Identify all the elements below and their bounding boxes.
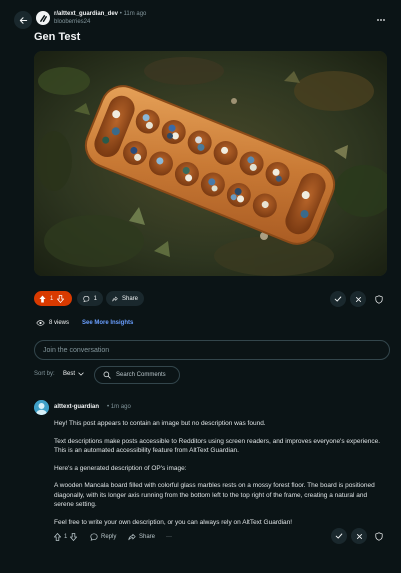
- more-options-button[interactable]: [375, 14, 387, 26]
- close-icon: [355, 296, 361, 302]
- search-comments-label: Search Comments: [116, 372, 166, 378]
- mancala-board-photo: [34, 51, 387, 276]
- reply-button[interactable]: Reply: [90, 530, 116, 543]
- share-icon: [128, 533, 136, 540]
- comment-remove-button[interactable]: [351, 528, 367, 544]
- post-image[interactable]: [34, 51, 387, 276]
- comment-paragraph: Hey! This post appears to contain an ima…: [54, 420, 266, 427]
- comment-icon: [83, 295, 90, 302]
- search-icon: [103, 371, 111, 379]
- commenter-username[interactable]: alttext-guardian: [54, 404, 99, 410]
- comments-button[interactable]: 1: [77, 291, 103, 306]
- arrow-left-icon: [19, 16, 27, 24]
- sort-label: Sort by:: [34, 371, 55, 377]
- share-label: Share: [121, 295, 138, 302]
- remove-button[interactable]: [350, 291, 366, 307]
- ellipsis-icon: [377, 19, 385, 21]
- chevron-down-icon: [78, 372, 84, 376]
- comment-icon: [90, 532, 98, 541]
- mod-shield-button[interactable]: [371, 291, 387, 307]
- comment-sort-bar: Sort by: Best Search Comments: [34, 366, 390, 384]
- comment-paragraph: Feel free to write your own description,…: [54, 518, 293, 526]
- comment-approve-button[interactable]: [331, 528, 347, 544]
- comment-vote-count: 1: [64, 533, 68, 540]
- downvote-icon[interactable]: [70, 532, 78, 541]
- comment-mod-actions: [331, 528, 387, 544]
- subreddit-logo-icon: [39, 14, 47, 22]
- check-icon: [334, 296, 342, 302]
- post-action-bar: 1 1 Share: [34, 291, 387, 307]
- post-time: • 11m ago: [119, 11, 147, 17]
- share-button[interactable]: Share: [106, 291, 144, 306]
- comment-paragraph: Here's a generated description of OP's i…: [54, 464, 187, 472]
- approve-button[interactable]: [330, 291, 346, 307]
- back-button[interactable]: [14, 11, 32, 29]
- comment-count: 1: [93, 295, 97, 302]
- vote-control: 1: [34, 291, 72, 306]
- post-title: Gen Test: [34, 31, 81, 43]
- commenter-avatar[interactable]: [34, 400, 49, 415]
- comment-header: alttext-guardian • 1m ago: [34, 400, 384, 415]
- comment-vote-control: 1: [54, 530, 78, 543]
- comment-share-label: Share: [139, 533, 156, 540]
- sort-dropdown[interactable]: Best: [63, 371, 84, 377]
- comment-body: Hey! This post appears to contain an ima…: [54, 419, 384, 535]
- shield-icon: [375, 294, 383, 304]
- comment-paragraph: A wooden Mancala board filled with color…: [54, 482, 375, 508]
- join-conversation-input[interactable]: Join the conversation: [34, 340, 390, 360]
- share-icon: [112, 296, 118, 301]
- see-more-insights-link[interactable]: See More Insights: [82, 320, 133, 326]
- shield-icon: [375, 531, 383, 541]
- eye-icon: [36, 320, 45, 326]
- close-icon: [356, 533, 362, 539]
- sort-value: Best: [63, 371, 76, 377]
- join-placeholder: Join the conversation: [43, 346, 110, 354]
- search-comments-button[interactable]: Search Comments: [94, 366, 180, 384]
- subreddit-line: r/alttext_guardian_dev • 11m ago: [54, 10, 146, 18]
- comment-shield-button[interactable]: [371, 528, 387, 544]
- avatar-icon: [34, 400, 49, 415]
- subreddit-avatar[interactable]: [36, 11, 50, 25]
- check-icon: [335, 533, 343, 539]
- comment-time: • 1m ago: [107, 404, 131, 410]
- upvote-icon[interactable]: [39, 295, 46, 303]
- upvote-icon[interactable]: [54, 532, 61, 541]
- post-author[interactable]: blooberries24: [54, 18, 90, 26]
- downvote-icon[interactable]: [57, 294, 65, 303]
- reply-label: Reply: [101, 533, 117, 540]
- post-header: r/alttext_guardian_dev • 11m ago bloober…: [0, 6, 401, 32]
- vote-count: 1: [50, 295, 54, 302]
- comment-paragraph: Text descriptions make posts accessible …: [54, 437, 381, 455]
- view-count: 8 views: [36, 320, 69, 326]
- views-text: 8 views: [49, 320, 70, 326]
- subreddit-name[interactable]: r/alttext_guardian_dev: [54, 11, 118, 17]
- comment-more-button[interactable]: ···: [166, 530, 172, 543]
- comment-share-button[interactable]: Share: [128, 530, 155, 543]
